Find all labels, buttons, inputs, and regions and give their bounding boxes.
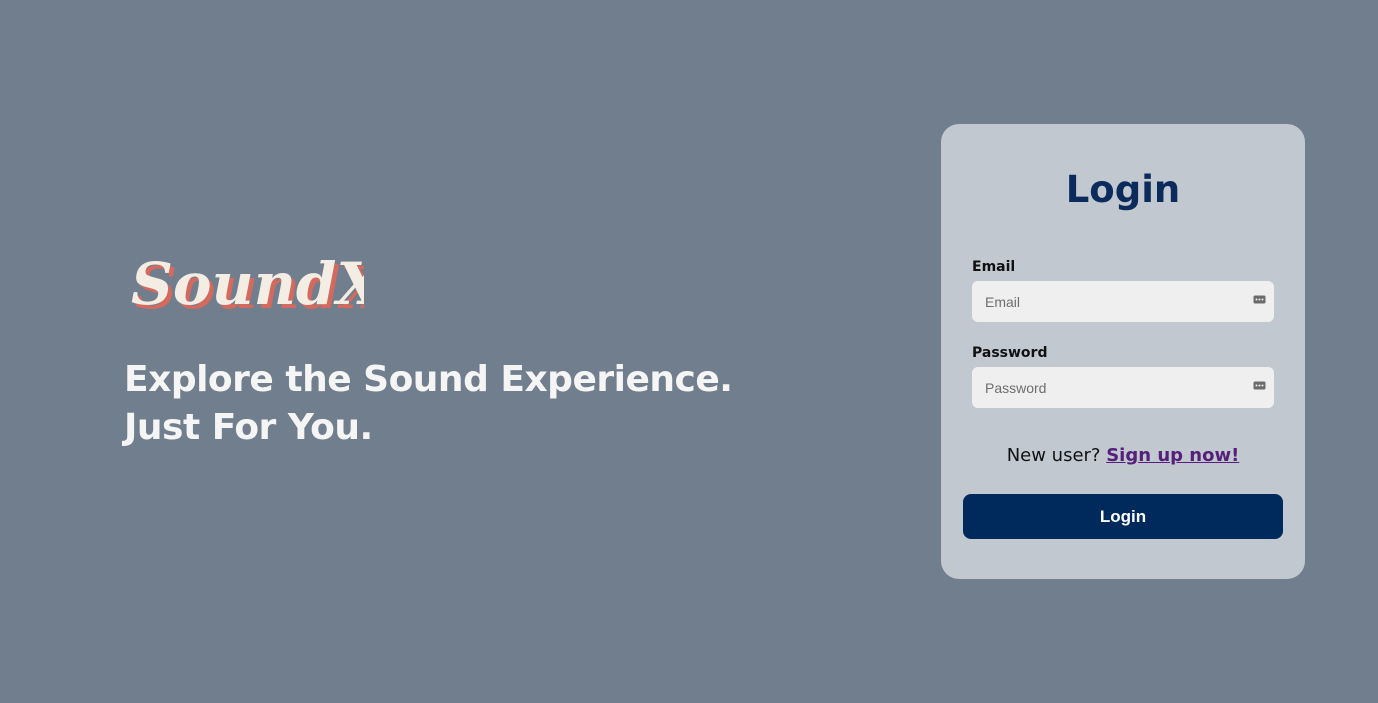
- email-input[interactable]: [972, 281, 1274, 322]
- tagline-line-2: Just For You.: [124, 407, 373, 448]
- signup-prompt-line: New user? Sign up now!: [941, 445, 1305, 466]
- login-title: Login: [1065, 168, 1181, 211]
- email-label: Email: [972, 259, 1016, 275]
- password-label: Password: [972, 345, 1048, 361]
- password-field-wrapper: [972, 367, 1274, 408]
- login-button[interactable]: Login: [963, 494, 1283, 539]
- signup-prompt-text: New user?: [1006, 445, 1101, 466]
- key-icon[interactable]: [1253, 293, 1266, 306]
- logo-wordmark: SoundX SoundX: [131, 250, 364, 320]
- login-card: Login Email Password New user? Sign up n…: [941, 124, 1305, 579]
- key-icon[interactable]: [1253, 379, 1266, 392]
- tagline: Explore the Sound Experience. Just For Y…: [124, 356, 733, 452]
- tagline-line-1: Explore the Sound Experience.: [124, 359, 733, 400]
- signup-link[interactable]: Sign up now!: [1106, 445, 1239, 466]
- logo-text: SoundX: [131, 250, 364, 318]
- soundx-logo: SoundX SoundX: [124, 232, 364, 320]
- password-input[interactable]: [972, 367, 1274, 408]
- email-field-wrapper: [972, 281, 1274, 322]
- hero-section: SoundX SoundX Explore the Sound Experien…: [124, 232, 733, 452]
